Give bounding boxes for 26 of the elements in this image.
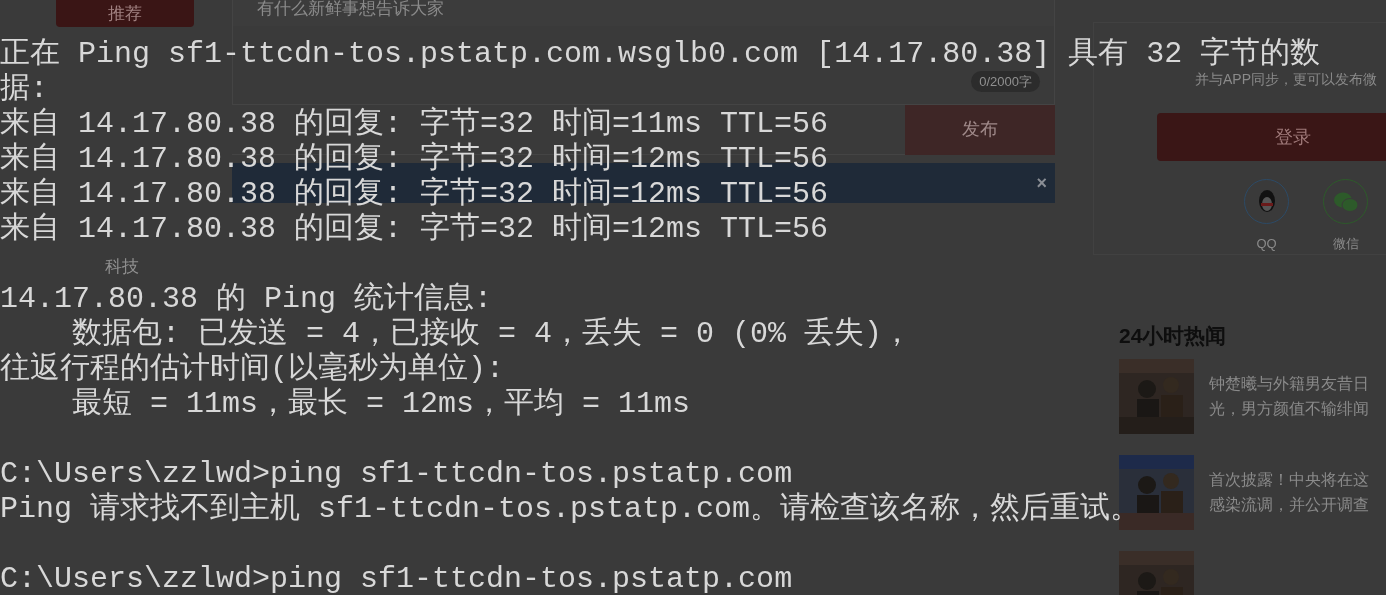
news-headline[interactable]: 首次披露！中央将在这: [1209, 466, 1369, 492]
news-headline[interactable]: 光，男方颜值不输绯闻: [1209, 395, 1369, 421]
console-line: 最短 = 11ms，最长 = 12ms，平均 = 11ms: [71, 387, 691, 422]
news-headline[interactable]: 钟楚曦与外籍男友昔日: [1209, 370, 1369, 396]
sidebar-item[interactable]: 科技: [105, 256, 139, 279]
console-line: 往返行程的估计时间(以毫秒为单位):: [0, 352, 504, 387]
login-button[interactable]: 登录: [1157, 113, 1386, 161]
news-headline[interactable]: 感染流调，并公开调查: [1209, 491, 1369, 517]
console-line: Ping 请求找不到主机 sf1-ttcdn-tos.pstatp.com。请检查该名称，然后重试。: [0, 492, 1141, 527]
console-line: 14.17.80.38 的 Ping 统计信息:: [0, 282, 493, 317]
social-login-button[interactable]: QQ: [1244, 179, 1289, 254]
console-line: 来自 14.17.80.38 的回复: 字节=32 时间=11ms TTL=56: [0, 107, 829, 141]
console-line: 正在 Ping sf1-ttcdn-tos.pstatp.com.wsglb0.com [14.17.80.38] 具有 32 字节的数: [0, 37, 1321, 72]
character-counter: 0/2000字: [971, 71, 1040, 92]
console-line: 来自 14.17.80.38 的回复: 字节=32 时间=12ms TTL=56: [0, 177, 829, 211]
publish-button[interactable]: 发布: [905, 104, 1055, 155]
console-line: C:\Users\zzlwd>ping sf1-ttcdn-tos.pstatp.com: [0, 457, 793, 491]
console-line: 据:: [0, 72, 48, 107]
console-line: C:\Users\zzlwd>ping sf1-ttcdn-tos.pstatp.com: [0, 562, 793, 595]
console-line: 数据包: 已发送 = 4，已接收 = 4，丢失 = 0 (0% 丢失)，: [71, 317, 913, 351]
console-line: 来自 14.17.80.38 的回复: 字节=32 时间=12ms TTL=56: [0, 212, 829, 247]
close-button[interactable]: ×: [1036, 169, 1047, 197]
social-login-button[interactable]: 微信: [1323, 179, 1368, 254]
console-line: 来自 14.17.80.38 的回复: 字节=32 时间=12ms TTL=56: [0, 142, 829, 176]
login-prompt: 并与APP同步，更可以发布微: [1195, 70, 1377, 88]
sidebar-tab[interactable]: 推荐: [56, 0, 194, 27]
